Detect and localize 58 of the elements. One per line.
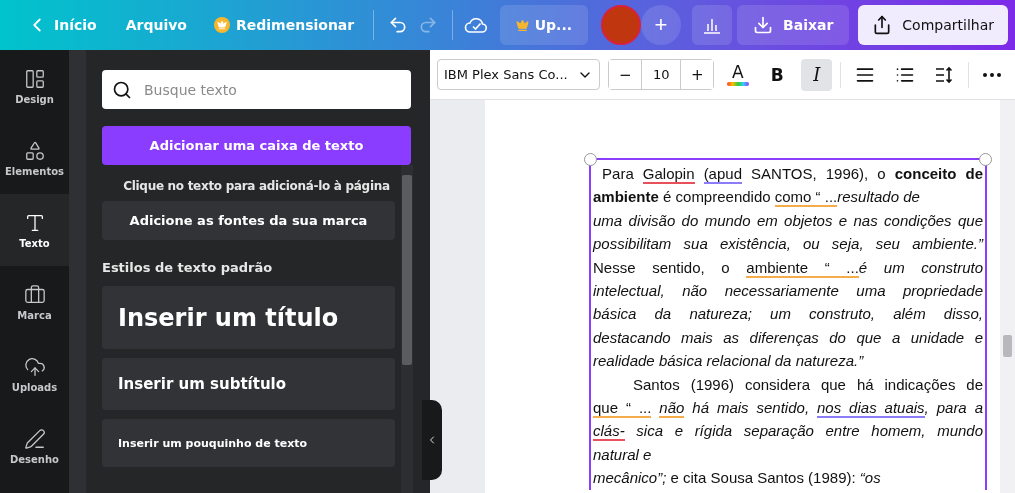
undo-icon xyxy=(387,15,408,35)
sidebar-item[interactable]: Marca xyxy=(0,266,69,338)
italic-button[interactable]: I xyxy=(801,58,833,91)
pen-icon xyxy=(23,427,46,450)
sidebar-item[interactable]: Design xyxy=(0,50,69,122)
hint-text: Clique no texto para adicioná-lo à página xyxy=(122,179,391,193)
text-style-button[interactable]: Inserir um pouquinho de texto xyxy=(102,419,395,467)
sidebar-item[interactable]: Desenho xyxy=(0,410,69,482)
text-line: destacando mais as diferenças do que a unidade e xyxy=(593,327,983,348)
font-dropdown[interactable]: IBM Plex Sans Co... xyxy=(437,59,601,90)
text-line: clás- sica e rígida separação entre homem, mundo xyxy=(593,421,983,443)
scrollbar[interactable] xyxy=(401,165,413,493)
more-icon xyxy=(983,72,1002,77)
text-style-button[interactable]: Inserir um título xyxy=(102,286,395,349)
text-line: Para Galopin (apud SANTOS, 1996), o conceito de xyxy=(601,164,983,186)
sidebar-item[interactable]: Uploads xyxy=(0,338,69,410)
font-size-field[interactable]: 10 xyxy=(641,60,682,89)
text-line: Nesse sentido, o ambiente “ ...é um construto xyxy=(593,257,983,280)
download-button[interactable]: Baixar xyxy=(737,5,850,45)
layout-icon xyxy=(23,67,46,90)
text-line: ambiente é compreendido como “ ...resultado de xyxy=(593,187,921,209)
sidebar-item[interactable]: Elementos xyxy=(0,122,69,194)
resize-handle[interactable] xyxy=(584,153,597,166)
collapse-handle[interactable] xyxy=(422,400,442,480)
briefcase-icon xyxy=(23,283,46,306)
text-line: Santos (1996) considera que há indicações de xyxy=(632,374,983,395)
add-text-box-button[interactable]: Adicionar uma caixa de texto xyxy=(102,126,411,165)
text-line: que “ ... não há mais sentido, nos dias atuais, para a xyxy=(593,398,983,420)
upgrade-button[interactable]: Up... xyxy=(499,5,589,45)
font-size-stepper[interactable]: − 10 + xyxy=(608,59,715,90)
add-member-button[interactable]: + xyxy=(641,5,682,45)
crown-icon xyxy=(515,18,529,32)
text-line: natural e xyxy=(593,444,653,465)
text-box[interactable] xyxy=(589,158,987,490)
text-line: intelectual, não necessariamente uma propriedade xyxy=(593,281,983,302)
share-button[interactable]: Compartilhar xyxy=(858,5,1009,45)
search-icon xyxy=(112,79,132,100)
text-line: básica da natureza; um construto, além disso, xyxy=(593,304,983,325)
cloud-upload-icon xyxy=(23,355,46,378)
text-style-button[interactable]: Inserir um subtítulo xyxy=(102,358,395,410)
brand-fonts-button[interactable]: Adicione as fontes da sua marca xyxy=(102,201,395,240)
scrollbar[interactable] xyxy=(1000,100,1015,493)
shapes-icon xyxy=(23,139,46,162)
analytics-button[interactable] xyxy=(692,5,733,45)
share-icon xyxy=(872,15,893,35)
download-icon xyxy=(753,15,774,35)
line-spacing-icon xyxy=(933,64,954,85)
text-line: realidade básica relacional da natureza.” xyxy=(593,351,865,372)
text-line: possibilitam sua existência, ou seja, seu ambiente.” xyxy=(593,234,983,255)
resize-handle[interactable] xyxy=(979,153,992,166)
text-color-button[interactable]: A xyxy=(722,58,754,91)
crown-icon xyxy=(214,17,230,33)
text-line: uma divisão do mundo em objetos e nas condições que xyxy=(593,210,983,231)
sidebar-item[interactable]: Texto xyxy=(0,194,69,266)
section-title: Estilos de texto padrão xyxy=(102,260,274,275)
text-line: mecânico”; e cita Sousa Santos (1989): “os xyxy=(593,468,882,489)
search-field[interactable]: Busque texto xyxy=(102,70,411,109)
bold-button[interactable]: B xyxy=(761,58,793,91)
